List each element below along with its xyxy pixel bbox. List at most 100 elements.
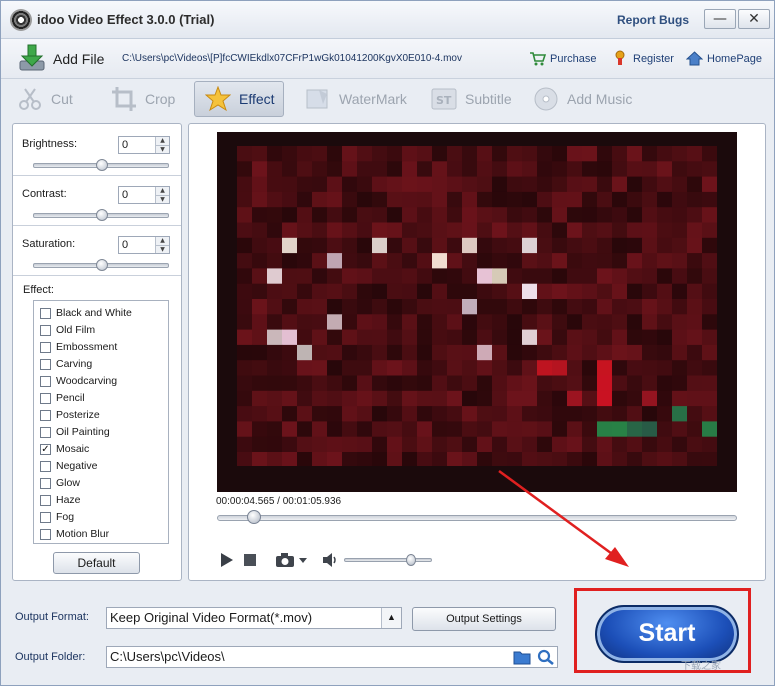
contrast-slider-thumb[interactable] — [96, 209, 108, 221]
brightness-slider[interactable] — [33, 159, 169, 171]
add-file-button[interactable]: Add File — [17, 43, 104, 75]
checkbox-icon[interactable] — [40, 477, 51, 489]
home-icon — [685, 50, 704, 67]
effect-item[interactable]: Fog — [40, 509, 74, 525]
tab-effect[interactable]: Effect — [194, 81, 284, 117]
start-button[interactable]: Start — [595, 605, 739, 663]
effect-item[interactable]: ✓ Mosaic — [40, 441, 89, 457]
file-toolbar: Add File C:\Users\pc\Videos\[P]fcCWIEkdl… — [1, 39, 774, 79]
saturation-down-arrow-icon[interactable]: ▼ — [155, 245, 169, 253]
effect-item-label: Motion Blur — [56, 528, 110, 540]
search-icon[interactable] — [537, 649, 555, 668]
checkbox-icon[interactable] — [40, 494, 51, 506]
checkbox-icon[interactable] — [40, 375, 51, 387]
effect-item-label: Black and White — [56, 307, 132, 319]
effect-item-label: Mosaic — [56, 443, 90, 455]
effect-label: Effect: — [23, 284, 54, 296]
folder-icon[interactable] — [513, 649, 531, 668]
contrast-spinbox[interactable]: 0 ▲ ▼ — [118, 186, 170, 204]
effect-item[interactable]: Motion Blur — [40, 526, 109, 542]
effect-item[interactable]: Old Film — [40, 322, 95, 338]
checkbox-icon[interactable] — [40, 324, 51, 336]
contrast-value: 0 — [122, 189, 129, 201]
tab-crop-label: Crop — [145, 91, 176, 107]
effect-item[interactable]: Posterize — [40, 407, 100, 423]
effect-item[interactable]: Haze — [40, 492, 81, 508]
homepage-link[interactable]: HomePage — [685, 50, 763, 67]
volume-slider[interactable] — [344, 554, 432, 566]
output-format-select[interactable]: Keep Original Video Format(*.mov) ▲ — [106, 607, 402, 629]
effect-item[interactable]: Woodcarving — [40, 373, 117, 389]
effect-item[interactable]: Glow — [40, 475, 80, 491]
saturation-value: 0 — [122, 239, 129, 251]
brightness-down-arrow-icon[interactable]: ▼ — [155, 145, 169, 153]
current-file-path: C:\Users\pc\Videos\[P]fcCWIEkdlx07CFrP1w… — [122, 53, 462, 64]
checkbox-icon[interactable] — [40, 511, 51, 523]
stop-icon — [244, 554, 256, 566]
effect-list: Black and White Old Film Embossment Carving… — [33, 300, 169, 544]
effect-item[interactable]: Embossment — [40, 339, 117, 355]
checkbox-icon[interactable] — [40, 426, 51, 438]
scissors-icon — [17, 86, 43, 112]
effect-item[interactable]: Pencil — [40, 390, 85, 406]
effect-item[interactable]: Oil Painting — [40, 424, 110, 440]
checkbox-icon[interactable] — [40, 358, 51, 370]
minimize-button[interactable]: — — [704, 9, 736, 29]
contrast-label: Contrast: — [22, 188, 67, 200]
effect-item-label: Fog — [56, 511, 75, 523]
checkbox-icon[interactable] — [40, 341, 51, 353]
checkbox-icon[interactable] — [40, 460, 51, 472]
chevron-up-icon[interactable]: ▲ — [381, 608, 401, 628]
saturation-slider-thumb[interactable] — [96, 259, 108, 271]
volume-button[interactable] — [322, 551, 338, 569]
checkbox-icon[interactable] — [40, 392, 51, 404]
contrast-group: Contrast: 0 ▲ ▼ — [13, 176, 181, 226]
checkbox-checked-icon[interactable]: ✓ — [40, 443, 51, 455]
output-settings-button[interactable]: Output Settings — [412, 607, 556, 631]
effect-item[interactable]: Negative — [40, 458, 97, 474]
tab-subtitle[interactable]: ST Subtitle — [431, 81, 512, 117]
timeline-thumb[interactable] — [246, 510, 261, 524]
contrast-slider[interactable] — [33, 209, 169, 221]
tab-crop[interactable]: Crop — [111, 81, 175, 117]
effect-item[interactable]: Carving — [40, 356, 92, 372]
register-link[interactable]: Register — [612, 50, 674, 67]
checkbox-icon[interactable] — [40, 409, 51, 421]
saturation-slider[interactable] — [33, 259, 169, 271]
output-folder-field[interactable]: C:\Users\pc\Videos\ — [106, 646, 558, 668]
svg-text:ST: ST — [436, 94, 452, 107]
snapshot-button[interactable] — [275, 551, 309, 569]
saturation-up-arrow-icon[interactable]: ▲ — [155, 237, 169, 245]
camera-icon — [276, 553, 307, 567]
video-preview — [217, 132, 737, 492]
checkbox-icon[interactable] — [40, 528, 51, 540]
contrast-down-arrow-icon[interactable]: ▼ — [155, 195, 169, 203]
saturation-spinbox[interactable]: 0 ▲ ▼ — [118, 236, 170, 254]
tab-add-music[interactable]: Add Music — [533, 81, 632, 117]
effect-star-icon — [205, 86, 231, 112]
saturation-label: Saturation: — [22, 238, 76, 250]
brightness-group: Brightness: 0 ▲ ▼ — [13, 126, 181, 176]
brightness-up-arrow-icon[interactable]: ▲ — [155, 137, 169, 145]
effect-item[interactable]: Black and White — [40, 305, 132, 321]
close-button[interactable]: ✕ — [738, 9, 770, 29]
default-button[interactable]: Default — [53, 552, 140, 574]
preview-panel: 00:00:04.565 / 00:01:05.936 — [188, 123, 766, 581]
tab-cut[interactable]: Cut — [17, 81, 73, 117]
play-button[interactable] — [219, 551, 235, 569]
effect-item-label: Carving — [56, 358, 93, 370]
purchase-link[interactable]: Purchase — [529, 50, 596, 67]
checkbox-icon[interactable] — [40, 307, 51, 319]
brightness-slider-thumb[interactable] — [96, 159, 108, 171]
volume-slider-thumb[interactable] — [406, 554, 416, 566]
add-file-label: Add File — [53, 51, 105, 67]
contrast-up-arrow-icon[interactable]: ▲ — [155, 187, 169, 195]
effect-item-label: Haze — [56, 494, 81, 506]
brightness-spinbox[interactable]: 0 ▲ ▼ — [118, 136, 170, 154]
stop-button[interactable] — [243, 551, 257, 569]
play-icon — [221, 553, 233, 567]
tab-watermark[interactable]: WaterMark — [305, 81, 407, 117]
timeline-slider[interactable] — [217, 510, 737, 524]
homepage-label: HomePage — [707, 52, 763, 65]
report-bugs-link[interactable]: Report Bugs — [617, 13, 689, 27]
